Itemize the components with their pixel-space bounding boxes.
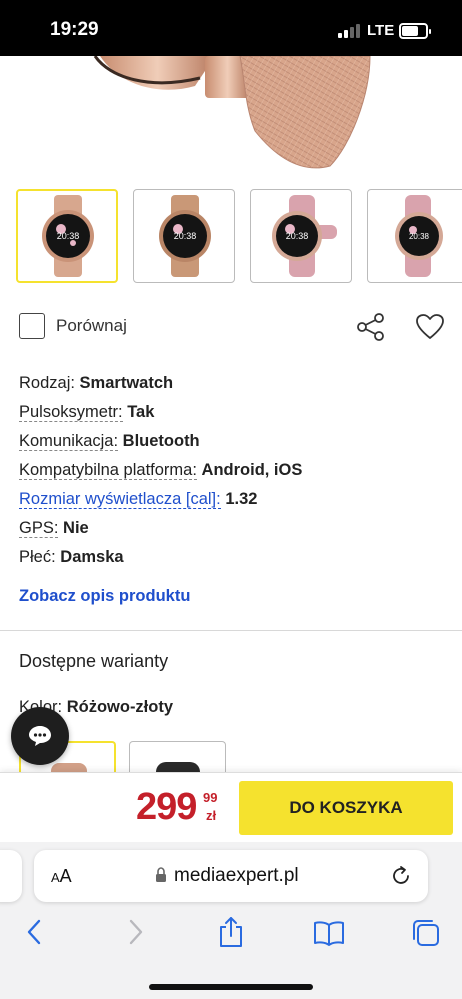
spec-value: Tak (127, 403, 155, 421)
spec-label[interactable]: Kompatybilna platforma: (19, 461, 197, 480)
svg-text:20:38: 20:38 (286, 231, 309, 241)
color-value: Różowo-złoty (66, 698, 174, 716)
spec-row-communication: Komunikacja: Bluetooth (19, 430, 449, 459)
back-icon[interactable] (24, 918, 46, 946)
sticky-cart-bar: 299 99 zł DO KOSZYKA (0, 772, 462, 842)
spec-row-display-size: Rozmiar wyświetlacza [cal]: 1.32 (19, 488, 449, 517)
browser-chrome: AA mediaexpert.pl (0, 842, 462, 999)
spec-label[interactable]: Pulsoksymetr: (19, 403, 123, 422)
spec-row-platform: Kompatybilna platforma: Android, iOS (19, 459, 449, 488)
thumbnail-3[interactable]: 20:38 (250, 189, 352, 283)
svg-text:20:38: 20:38 (174, 231, 197, 241)
thumbnail-2[interactable]: 20:38 (133, 189, 235, 283)
signal-icon (338, 24, 362, 38)
price-cents: 99 (203, 790, 218, 805)
spec-value: Nie (63, 519, 89, 537)
battery-icon (399, 23, 431, 39)
spec-label: Płeć: (19, 548, 56, 566)
heart-icon[interactable] (415, 313, 445, 341)
reader-settings-button[interactable]: AA (51, 866, 72, 887)
tabs-icon[interactable] (411, 918, 441, 948)
compare-label: Porównaj (56, 316, 127, 335)
lock-icon (156, 867, 166, 882)
compare-checkbox[interactable] (19, 313, 45, 339)
address-bar[interactable]: AA mediaexpert.pl (34, 850, 428, 902)
see-description-link[interactable]: Zobacz opis produktu (19, 587, 190, 606)
spec-row-type: Rodzaj: Smartwatch (19, 372, 449, 401)
price-currency: zł (206, 808, 217, 823)
spec-list: Rodzaj: Smartwatch Pulsoksymetr: Tak Kom… (19, 372, 449, 575)
svg-text:20:38: 20:38 (409, 232, 430, 241)
previous-tab-preview[interactable] (0, 850, 22, 902)
spec-value: Damska (60, 548, 124, 566)
product-main-image[interactable] (0, 56, 462, 176)
spec-row-gps: GPS: Nie (19, 517, 449, 546)
price-main: 299 (136, 786, 197, 828)
add-to-cart-button[interactable]: DO KOSZYKA (239, 781, 453, 835)
home-indicator (149, 984, 313, 990)
spec-label[interactable]: Komunikacja: (19, 432, 119, 451)
forward-icon[interactable] (124, 918, 146, 946)
network-label: LTE (367, 22, 395, 39)
aa-small: A (51, 870, 60, 885)
spec-value: 1.32 (225, 490, 258, 508)
chat-icon (29, 726, 51, 746)
watch-thumbnail-pink-silicone: 20:38 (272, 195, 337, 277)
section-divider (0, 630, 462, 631)
chat-button[interactable] (11, 707, 69, 765)
spec-value: Bluetooth (122, 432, 200, 450)
thumbnail-strip: 20:38 20:38 20:38 20:38 (16, 189, 462, 285)
spec-value: Smartwatch (79, 374, 174, 392)
spec-row-pulse-oximeter: Pulsoksymetr: Tak (19, 401, 449, 430)
share-sheet-icon[interactable] (218, 916, 244, 948)
watch-thumbnail-pink-silicone-2: 20:38 (395, 195, 443, 277)
spec-row-gender: Płeć: Damska (19, 546, 449, 575)
svg-text:20:38: 20:38 (57, 231, 80, 241)
thumbnail-1[interactable]: 20:38 (16, 189, 118, 283)
watch-thumbnail-rose-mesh: 20:38 (42, 195, 94, 277)
reload-icon[interactable] (390, 865, 412, 887)
spec-value: Android, iOS (201, 461, 303, 479)
price: 299 99 zł (136, 786, 217, 829)
battery-fill (402, 26, 419, 36)
share-icon[interactable] (356, 312, 386, 342)
bookmarks-icon[interactable] (313, 920, 345, 946)
thumbnail-4[interactable]: 20:38 (367, 189, 462, 283)
spec-label: Rodzaj: (19, 374, 75, 392)
status-bar: 19:29 LTE (0, 0, 462, 56)
watch-strap-image (93, 56, 371, 169)
spec-label[interactable]: GPS: (19, 519, 59, 538)
aa-large: A (59, 866, 72, 886)
spec-label-link[interactable]: Rozmiar wyświetlacza [cal]: (19, 490, 221, 509)
url-text: mediaexpert.pl (174, 865, 299, 886)
variants-heading: Dostępne warianty (19, 651, 169, 671)
watch-thumbnail-gold-mesh: 20:38 (159, 195, 211, 277)
compare-row[interactable]: Porównaj (19, 313, 127, 339)
status-time: 19:29 (50, 19, 99, 40)
